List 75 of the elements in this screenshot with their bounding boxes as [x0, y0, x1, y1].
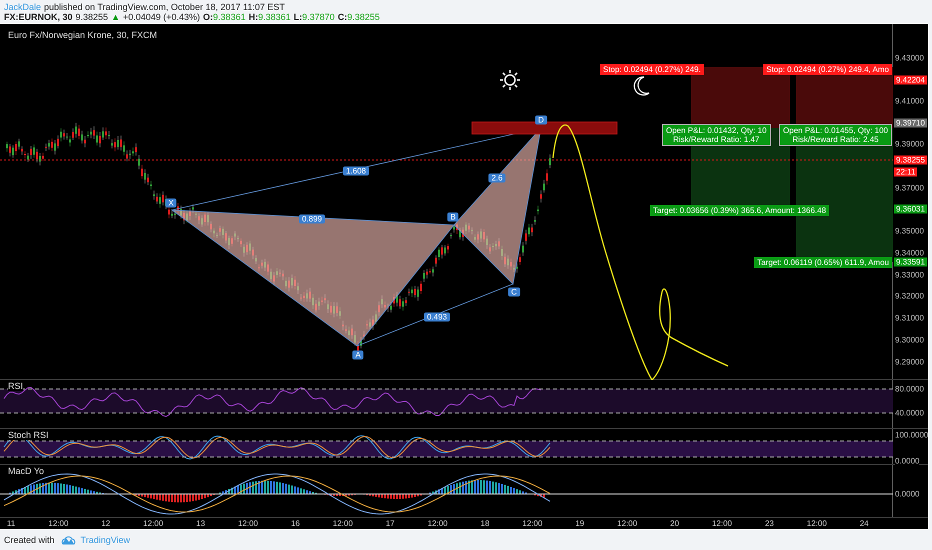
axis-label: 40.0000 [895, 408, 924, 418]
open-pnl-label: Open P&L: 0.01455, Qty: 100 Risk/Reward Ratio: 2.45 [779, 124, 892, 146]
price-tag: 9.38255 [894, 156, 927, 164]
time-label: 12:00 [428, 519, 448, 528]
price-tag: 9.36031 [894, 204, 927, 214]
chart-title: Euro Fx/Norwegian Krone, 30, FXCM [8, 30, 158, 40]
time-label: 24 [860, 519, 869, 528]
pattern-point-label: B [447, 212, 459, 222]
axis-label: 100.0000 [895, 430, 928, 440]
price-tag: 9.33591 [894, 258, 927, 266]
time-label: 18 [480, 519, 490, 528]
moon-icon [634, 76, 650, 96]
axis-label: 9.41000 [895, 96, 924, 106]
axis-label: 9.34000 [895, 248, 924, 258]
ohlc-label: H:9.38361 [248, 12, 291, 22]
time-label: 12:00 [712, 519, 732, 528]
axis-label: 9.39000 [895, 140, 924, 148]
time-label: 12:00 [522, 519, 542, 528]
ohlc-label: O:9.38361 [203, 12, 246, 22]
time-label: 19 [575, 519, 584, 528]
brand-link[interactable]: TradingView [80, 534, 130, 544]
time-label: 13 [196, 519, 206, 528]
axis-label: 9.35000 [895, 226, 924, 236]
axis-label: 9.29000 [895, 358, 924, 366]
sun-icon [500, 70, 520, 90]
indicator-title: Stoch RSI [8, 430, 49, 440]
time-label: 12:00 [238, 519, 258, 528]
time-label: 11 [6, 519, 16, 528]
ratio-label: 0.899 [298, 214, 326, 224]
symbol-label: FX:EURNOK, 30 [4, 12, 73, 22]
publish-info: published on TradingView.com, October 18, 2017 11:07 EST [44, 2, 285, 12]
time-label: 12:00 [332, 519, 353, 528]
time-label: 23 [764, 519, 774, 528]
ratio-label: 0.493 [424, 312, 450, 322]
indicator-title: RSI [8, 381, 24, 391]
ohlc-label: C:9.38255 [338, 12, 380, 22]
last-price: 9.38255 [76, 12, 108, 22]
axis-label: 9.30000 [895, 336, 924, 344]
stop-label: Stop: 0.02494 (0.27%) 249. [600, 64, 704, 75]
axis-label: 9.37000 [895, 184, 924, 192]
price-change: +0.04049 (+0.43%) [122, 12, 200, 22]
time-label: 12:00 [143, 519, 164, 528]
indicator-title: MacD Yo [8, 466, 44, 476]
price-tag: 22:11 [894, 168, 918, 176]
cloud-logo-icon [60, 534, 76, 544]
axis-label: 80.0000 [895, 384, 924, 394]
time-label: 12:00 [48, 519, 68, 528]
target-label: Target: 0.06119 (0.65%) 611.9, Amou [754, 257, 892, 268]
price-tag: 9.39710 [894, 118, 927, 128]
open-pnl-label: Open P&L: 0.01432, Qty: 10 Risk/Reward Ratio: 1.47 [662, 124, 771, 146]
axis-label: 9.32000 [895, 292, 924, 300]
footer-text: Created with [4, 534, 55, 544]
time-label: 20 [670, 519, 680, 528]
stop-label: Stop: 0.02494 (0.27%) 249.4, Amo [763, 64, 892, 75]
ratio-label: 1.608 [342, 166, 370, 176]
axis-label: 9.43000 [895, 54, 924, 62]
target-label: Target: 0.03656 (0.39%) 365.6, Amount: 1366.48 [650, 205, 830, 216]
author-link[interactable]: JackDale [4, 2, 42, 12]
axis-label: 9.31000 [895, 314, 924, 322]
ohlc-label: L:9.37870 [294, 12, 335, 22]
pattern-point-label: D [535, 116, 547, 124]
time-label: 12 [101, 519, 110, 528]
axis-label: 0.0000 [895, 456, 920, 466]
axis-label: 0.0000 [895, 490, 920, 498]
up-arrow-icon: ▲ [111, 12, 120, 22]
pattern-point-label: C [508, 288, 520, 296]
time-label: 17 [386, 519, 395, 528]
pattern-point-label: X [165, 198, 177, 208]
time-label: 16 [290, 519, 300, 528]
time-label: 12:00 [617, 519, 638, 528]
price-tag: 9.42204 [894, 76, 927, 84]
ratio-label: 2.6 [488, 174, 506, 182]
time-label: 12:00 [806, 519, 827, 528]
pattern-point-label: A [352, 350, 364, 360]
axis-label: 9.33000 [895, 270, 924, 280]
